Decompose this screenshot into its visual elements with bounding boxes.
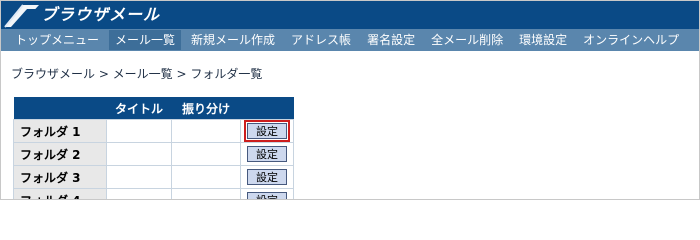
table-row: フォルダ 4 設定 <box>13 188 294 199</box>
folder-action-cell: 設定 <box>240 119 294 143</box>
settings-button[interactable]: 設定 <box>247 192 287 199</box>
nav-item-signature[interactable]: 署名設定 <box>361 30 421 50</box>
nav-item-settings[interactable]: 環境設定 <box>513 30 573 50</box>
folder-sort-cell <box>171 188 241 199</box>
nav-item-delete-all[interactable]: 全メール削除 <box>425 30 509 50</box>
folder-title-cell <box>106 165 172 189</box>
folder-table: タイトル 振り分け フォルダ 1 設定 フォルダ 2 設定 フォルダ 3 設定 <box>13 97 294 199</box>
folder-name: フォルダ 1 <box>13 119 107 143</box>
folder-sort-cell <box>171 119 241 143</box>
main-nav: トップメニュー メール一覧 新規メール作成 アドレス帳 署名設定 全メール削除 … <box>1 29 699 51</box>
header-sort: 振り分け <box>171 97 241 120</box>
folder-title-cell <box>106 119 172 143</box>
header-title: タイトル <box>106 97 172 120</box>
folder-sort-cell <box>171 165 241 189</box>
table-row: フォルダ 2 設定 <box>13 142 294 166</box>
breadcrumb: ブラウザメール > メール一覧 > フォルダ一覧 <box>11 67 263 81</box>
mail-wing-logo-icon <box>1 1 41 29</box>
folder-title-cell <box>106 142 172 166</box>
folder-name: フォルダ 4 <box>13 188 107 199</box>
folder-title-cell <box>106 188 172 199</box>
settings-button[interactable]: 設定 <box>244 120 290 142</box>
table-header-row: タイトル 振り分け <box>13 97 294 120</box>
app-header: ブラウザメール <box>1 1 699 29</box>
folder-name: フォルダ 2 <box>13 142 107 166</box>
nav-item-address-book[interactable]: アドレス帳 <box>285 30 357 50</box>
folder-sort-cell <box>171 142 241 166</box>
folder-name: フォルダ 3 <box>13 165 107 189</box>
folder-action-cell: 設定 <box>240 165 294 189</box>
nav-item-top-menu[interactable]: トップメニュー <box>9 30 105 50</box>
settings-button[interactable]: 設定 <box>247 146 287 162</box>
header-action <box>240 97 294 120</box>
app-window: ブラウザメール トップメニュー メール一覧 新規メール作成 アドレス帳 署名設定… <box>0 0 700 200</box>
folder-action-cell: 設定 <box>240 188 294 199</box>
nav-item-mail-list[interactable]: メール一覧 <box>109 30 182 50</box>
app-title: ブラウザメール <box>41 5 161 24</box>
nav-item-online-help[interactable]: オンラインヘルプ <box>577 30 685 50</box>
header-folder <box>13 97 107 120</box>
folder-action-cell: 設定 <box>240 142 294 166</box>
table-row: フォルダ 3 設定 <box>13 165 294 189</box>
settings-button[interactable]: 設定 <box>247 169 287 185</box>
nav-item-compose[interactable]: 新規メール作成 <box>185 30 281 50</box>
table-row: フォルダ 1 設定 <box>13 119 294 143</box>
